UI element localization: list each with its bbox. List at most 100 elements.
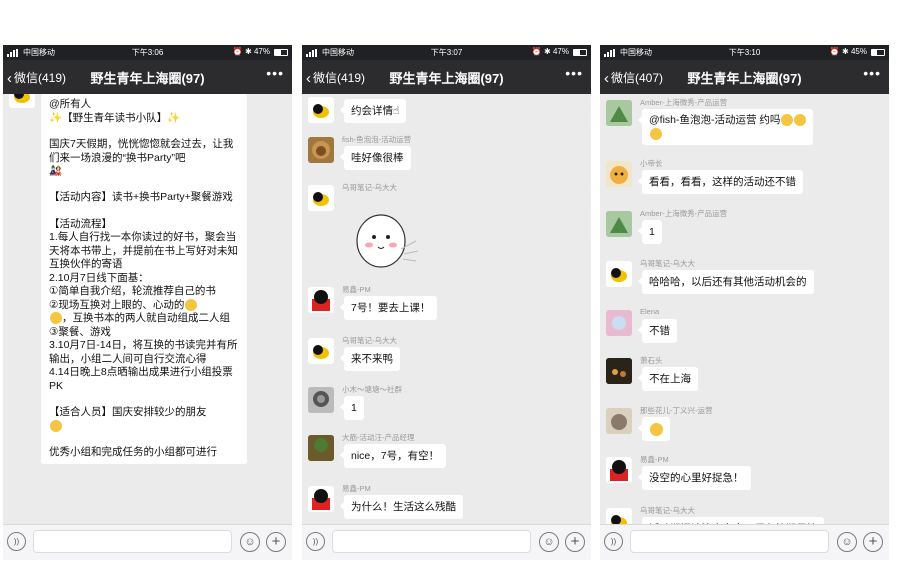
voice-icon[interactable]: )) bbox=[306, 532, 325, 551]
post-line: 【活动内容】读书+换书Party+聚餐游戏 bbox=[49, 191, 233, 203]
message-bubble[interactable]: 不在上海 bbox=[638, 367, 698, 391]
message-bubble[interactable]: 来不来鸭 bbox=[340, 347, 400, 371]
message-bubble[interactable]: 没空的心里好捉急！ bbox=[638, 466, 751, 490]
message-bubble[interactable]: 不错 bbox=[638, 319, 677, 343]
sender-name: Amber-上海微秀-产品运营 bbox=[640, 209, 728, 218]
sender-name: 乌哥笔记-乌大大 bbox=[640, 259, 695, 268]
sender-name: 易鑫-PM bbox=[342, 285, 371, 294]
plus-icon[interactable]: + bbox=[266, 532, 286, 552]
status-bar: 中国移动 下午3:07 ⏰ ✱ 47% bbox=[302, 45, 591, 60]
message-bubble[interactable]: 哈哈哈，以后还有其他活动机会的 bbox=[638, 270, 814, 294]
message-text: @fish-鱼泡泡-活动运营 约吗 bbox=[649, 114, 781, 126]
smile-emoji-icon bbox=[185, 298, 198, 311]
avatar[interactable] bbox=[606, 457, 632, 483]
post-line: ②现场互换对上眼的、心动的 bbox=[49, 299, 239, 313]
message-bubble[interactable]: 7号！要去上课！ bbox=[339, 296, 438, 320]
sender-name: 易鑫-PM bbox=[640, 455, 669, 464]
avatar[interactable] bbox=[606, 261, 632, 287]
avatar[interactable] bbox=[308, 185, 334, 211]
post-line: 2.10月7日线下面基： bbox=[49, 271, 149, 284]
input-bar: )) ☺ + bbox=[600, 524, 889, 560]
message-input[interactable] bbox=[332, 530, 531, 553]
sender-name: 易鑫-PM bbox=[342, 484, 371, 493]
sender-name: Elena bbox=[640, 307, 660, 316]
emoji-icon: 🎎 bbox=[49, 165, 63, 177]
voice-icon[interactable]: )) bbox=[604, 532, 623, 551]
avatar[interactable] bbox=[308, 387, 334, 413]
emoji-icon[interactable]: ☺ bbox=[837, 532, 857, 552]
sticker-cute-blob[interactable] bbox=[346, 199, 436, 279]
more-icon[interactable]: ••• bbox=[266, 65, 284, 81]
status-right: ⏰ ✱ 45% bbox=[829, 47, 867, 56]
avatar[interactable] bbox=[606, 508, 632, 525]
more-icon[interactable]: ••• bbox=[565, 65, 583, 81]
message-input[interactable] bbox=[33, 530, 232, 553]
emoji-icon[interactable]: ☺ bbox=[539, 532, 559, 552]
post-line: 【活动流程】 bbox=[49, 217, 112, 230]
avatar[interactable] bbox=[308, 486, 334, 512]
message-bubble[interactable]: 哇好像很棒 bbox=[340, 146, 411, 170]
sender-name: 萧石头 bbox=[640, 356, 663, 365]
message-bubble[interactable]: @fish-鱼泡泡-活动运营 约吗 bbox=[637, 109, 814, 145]
nav-bar: ‹ 微信(419) 野生青年上海圈(97) ••• bbox=[302, 60, 591, 94]
chat-area[interactable]: Amber-上海微秀-产品运营 @fish-鱼泡泡-活动运营 约吗 小帝长 看看… bbox=[600, 94, 889, 525]
message-bubble[interactable]: 1 bbox=[340, 396, 364, 420]
chat-area[interactable]: 约会详情☝ fish-鱼泡泡-活动运营 哇好像很棒 乌哥笔记-乌大大 易鑫-PM… bbox=[302, 94, 591, 525]
message-input[interactable] bbox=[630, 530, 829, 553]
avatar[interactable] bbox=[606, 358, 632, 384]
grin-emoji-icon bbox=[650, 422, 663, 436]
message-bubble[interactable]: 1 bbox=[638, 220, 662, 244]
input-bar: )) ☺ + bbox=[302, 524, 591, 560]
smile-emoji-icon bbox=[50, 419, 62, 432]
message-bubble[interactable]: 约会详情☝ bbox=[339, 99, 407, 123]
nav-bar: ‹ 微信(407) 野生青年上海圈(97) ••• bbox=[600, 60, 889, 94]
sender-name: 小木～塘塘～社群 bbox=[342, 385, 402, 394]
chat-area[interactable]: @所有人 ✨【野生青年读书小队】✨ 国庆7天假期，恍恍惚惚就会过去，让我们来一场… bbox=[3, 94, 292, 525]
chat-title: 野生青年上海圈(97) bbox=[687, 71, 802, 86]
chat-screen-2: 中国移动 下午3:07 ⏰ ✱ 47% ‹ 微信(419) 野生青年上海圈(97)… bbox=[302, 45, 591, 560]
post-line: ，互换书本的两人就自动组成二人组 bbox=[49, 312, 239, 326]
message-bubble[interactable] bbox=[638, 417, 670, 441]
plus-icon[interactable]: + bbox=[565, 532, 585, 552]
long-message-bubble[interactable]: @所有人 ✨【野生青年读书小队】✨ 国庆7天假期，恍恍惚惚就会过去，让我们来一场… bbox=[41, 94, 247, 464]
message-bubble[interactable]: nice，7号，有空！ bbox=[339, 444, 447, 468]
message-bubble[interactable]: 为什么！生活这么残酷 bbox=[340, 495, 463, 519]
post-line bbox=[49, 419, 239, 434]
avatar[interactable] bbox=[308, 137, 334, 163]
sender-name: 那些花儿-丁义兴-运营 bbox=[640, 406, 713, 415]
post-line-text: ，互换书本的两人就自动组成二人组 bbox=[62, 312, 230, 324]
nav-bar: ‹ 微信(419) 野生青年上海圈(97) ••• bbox=[3, 60, 292, 94]
status-right: ⏰ ✱ 47% bbox=[531, 47, 569, 56]
sender-name: 小帝长 bbox=[640, 159, 663, 168]
avatar[interactable] bbox=[308, 97, 334, 123]
chat-screen-3: 中国移动 下午3:10 ⏰ ✱ 45% ‹ 微信(407) 野生青年上海圈(97)… bbox=[600, 45, 889, 560]
avatar[interactable] bbox=[606, 100, 632, 126]
smile-emoji-icon bbox=[650, 128, 662, 141]
message-bubble[interactable]: 看看，看看，这样的活动还不错 bbox=[638, 170, 803, 194]
sender-name: fish-鱼泡泡-活动运营 bbox=[342, 135, 412, 144]
avatar[interactable] bbox=[308, 338, 334, 364]
avatar[interactable] bbox=[308, 287, 334, 313]
avatar[interactable] bbox=[606, 211, 632, 237]
avatar[interactable] bbox=[308, 435, 334, 461]
avatar[interactable] bbox=[9, 94, 35, 108]
avatar[interactable] bbox=[606, 408, 632, 434]
input-bar: )) ☺ + bbox=[3, 524, 292, 560]
sender-name: Amber-上海微秀-产品运营 bbox=[640, 98, 728, 107]
smile-emoji-icon bbox=[794, 114, 807, 127]
post-line: @所有人 bbox=[49, 98, 92, 110]
post-line: 优秀小组和完成任务的小组都可进行 bbox=[49, 446, 217, 458]
post-line: 国庆7天假期，恍恍惚惚就会过去，让我们来一场浪漫的“换书Party”吧 bbox=[49, 138, 234, 164]
status-bar: 中国移动 下午3:10 ⏰ ✱ 45% bbox=[600, 45, 889, 60]
voice-icon[interactable]: )) bbox=[7, 532, 26, 551]
emoji-icon[interactable]: ☺ bbox=[240, 532, 260, 552]
plus-icon[interactable]: + bbox=[863, 532, 883, 552]
avatar[interactable] bbox=[606, 310, 632, 336]
post-line: 4.14日晚上8点晒输出成果进行小组投票PK bbox=[49, 366, 233, 392]
smile-emoji-icon bbox=[781, 114, 794, 127]
more-icon[interactable]: ••• bbox=[863, 65, 881, 81]
post-line: ①简单自我介绍，轮流推荐自己的书 bbox=[49, 285, 216, 297]
chat-screen-1: 中国移动 下午3:06 ⏰ ✱ 47% ‹ 微信(419) 野生青年上海圈(97)… bbox=[3, 45, 292, 560]
post-line: 【适合人员】国庆安排较少的朋友 bbox=[49, 406, 207, 418]
avatar[interactable] bbox=[606, 161, 632, 187]
